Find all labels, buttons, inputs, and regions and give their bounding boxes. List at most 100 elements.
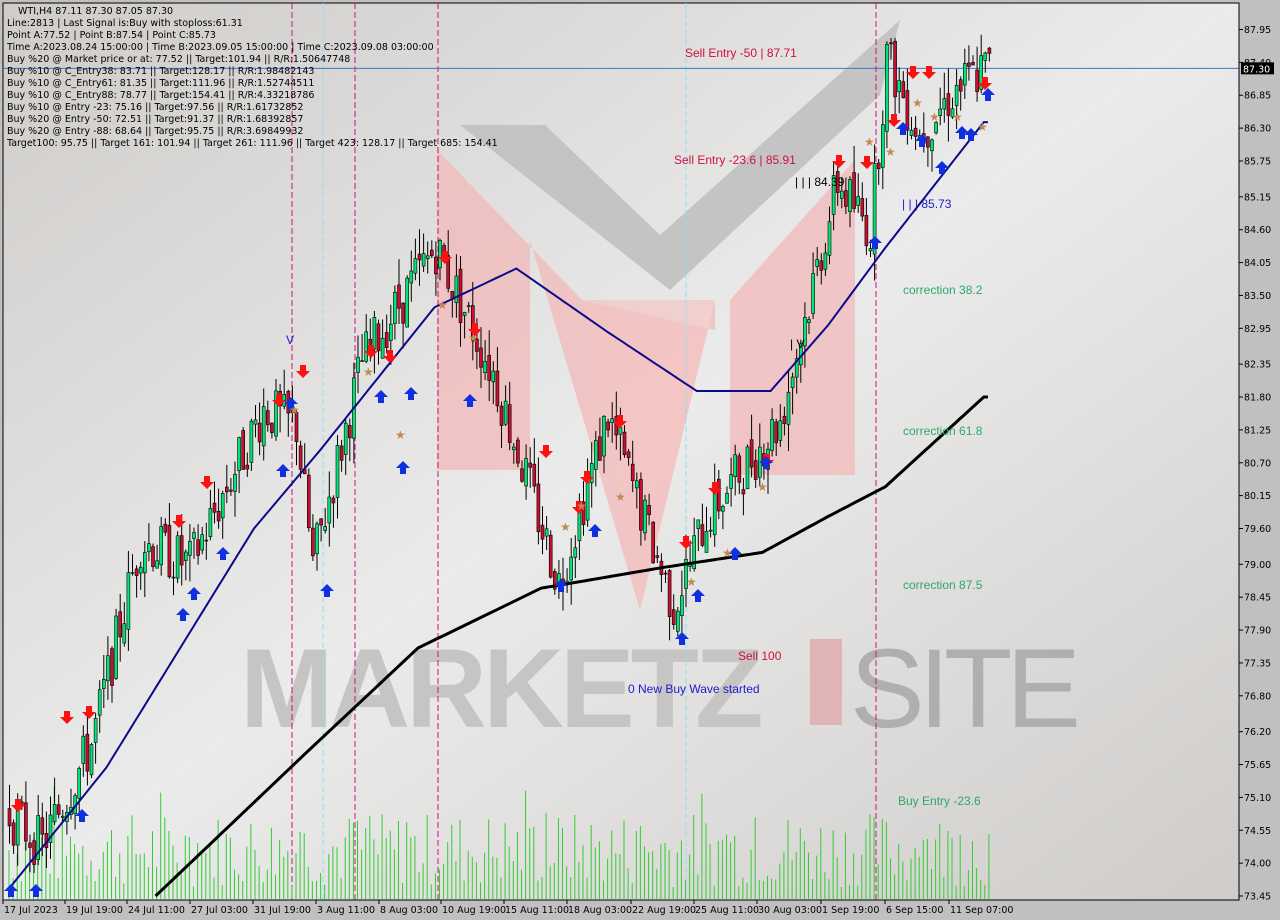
price-tick-label: 85.15	[1244, 192, 1271, 203]
candle-bull	[249, 420, 254, 463]
candle-bear	[28, 842, 32, 848]
chart-container[interactable]: MARKETZ SITE ★ ★ ★ ★ ★ ★ ★ ★ ★ ★ ★ ★ ★ ★ ★ ★ ★ Sell Entry…	[0, 0, 1280, 920]
label-correction-382: correction 38.2	[903, 283, 983, 297]
star-marker-icon: ★	[560, 520, 571, 534]
candle-bull	[897, 80, 902, 93]
candle-bear	[298, 445, 303, 470]
current-price-tag-label: 87.30	[1243, 64, 1270, 75]
price-tick-label: 82.35	[1244, 360, 1271, 371]
candle-bear	[630, 463, 635, 482]
candle-bull	[380, 337, 385, 359]
candle-bear	[782, 415, 787, 424]
candle-bull	[954, 84, 959, 107]
candle-bear	[876, 162, 881, 169]
time-tick-label: 8 Aug 03:00	[380, 905, 438, 916]
time-tick-label: 11 Sep 07:00	[950, 905, 1013, 916]
star-marker-icon: ★	[437, 298, 448, 312]
candle-bull	[823, 252, 828, 270]
candle-bull	[171, 576, 176, 579]
price-tick-label: 74.00	[1244, 859, 1271, 870]
candle-bull	[114, 615, 118, 679]
label-new-buy-wave: 0 New Buy Wave started	[628, 682, 760, 696]
candle-bull	[372, 317, 377, 350]
candle-bear	[536, 483, 541, 533]
candle-bear	[167, 524, 172, 578]
candle-bull	[634, 480, 639, 489]
candle-bear	[905, 90, 910, 131]
time-tick-label: 18 Aug 03:00	[568, 905, 632, 916]
candle-bull	[261, 406, 266, 447]
candle-bear	[749, 439, 754, 468]
candle-bull	[413, 258, 418, 274]
candle-bear	[40, 817, 45, 835]
candle-bear	[151, 546, 155, 567]
candle-bull	[143, 552, 147, 574]
star-marker-icon: ★	[977, 120, 988, 134]
candle-bear	[647, 505, 651, 516]
candle-bull	[856, 196, 861, 206]
price-tick-label: 79.00	[1244, 560, 1271, 571]
candle-bull	[155, 560, 159, 569]
info-line: Buy %10 @ C_Entry38: 83.71 || Target:128…	[7, 66, 314, 77]
candle-bear	[655, 555, 660, 558]
candle-bull	[745, 446, 750, 489]
time-tick-label: 10 Aug 19:00	[442, 905, 506, 916]
label-buy-entry-236: Buy Entry -23.6	[898, 794, 981, 808]
star-marker-icon: ★	[363, 365, 374, 379]
candle-bear	[774, 421, 779, 444]
candle-bear	[598, 436, 602, 461]
time-tick-label: 27 Jul 03:00	[191, 905, 248, 916]
candle-bull	[233, 473, 237, 492]
candle-bull	[675, 610, 680, 632]
candle-bull	[466, 305, 471, 308]
candle-bull	[147, 543, 151, 553]
candle-bull	[356, 356, 360, 373]
candle-bear	[245, 464, 250, 470]
time-tick-label: 22 Aug 19:00	[632, 905, 696, 916]
candle-bull	[102, 678, 106, 689]
time-tick-label: 30 Aug 03:00	[758, 905, 822, 916]
price-tick-label: 78.45	[1244, 593, 1271, 604]
candle-bear	[540, 524, 545, 540]
time-axis[interactable]: 17 Jul 2023 19 Jul 19:00 24 Jul 11:00 27 Ju…	[2, 899, 1239, 916]
candle-bull	[454, 275, 459, 304]
label-sell-100: Sell 100	[738, 649, 782, 663]
price-axis[interactable]: 87.9587.4086.8586.3085.7585.1584.6084.05…	[1238, 3, 1274, 903]
candle-bear	[24, 802, 28, 842]
candle-bear	[737, 455, 742, 483]
info-line: Buy %20 @ Market price or at: 77.52 || T…	[7, 54, 350, 65]
star-marker-icon: ★	[576, 499, 587, 513]
time-tick-label: 25 Aug 11:00	[695, 905, 759, 916]
candle-bear	[520, 468, 524, 482]
candle-bull	[15, 808, 20, 846]
candle-bull	[122, 623, 127, 644]
price-tick-label: 86.30	[1244, 124, 1271, 135]
candle-bear	[548, 534, 553, 578]
candle-bull	[81, 735, 86, 764]
candle-bear	[495, 370, 500, 407]
price-chart[interactable]: MARKETZ SITE ★★★★★★★★★★★★★★★ ★★ Sell Entry…	[0, 0, 1280, 920]
candle-bull	[704, 531, 709, 553]
candle-bear	[819, 260, 824, 271]
star-marker-icon: ★	[929, 110, 940, 124]
candle-bear	[860, 198, 865, 217]
candle-bull	[130, 572, 135, 574]
candle-bear	[651, 521, 656, 564]
candle-bear	[311, 527, 315, 557]
price-tick-label: 75.65	[1244, 760, 1271, 771]
candle-bear	[56, 804, 61, 815]
label-wave-v: V	[286, 333, 294, 347]
candle-bear	[507, 404, 512, 443]
info-line: Buy %10 @ C_Entry61: 81.35 || Target:111…	[7, 78, 314, 89]
price-tick-label: 81.25	[1244, 425, 1271, 436]
candle-bull	[323, 526, 328, 531]
candle-bear	[528, 462, 533, 468]
time-tick-label: 17 Jul 2023	[4, 905, 58, 916]
info-line: Buy %10 @ Entry -23: 75.16 || Target:97.…	[7, 102, 303, 113]
candle-bull	[983, 52, 988, 61]
label-correction-875: correction 87.5	[903, 578, 983, 592]
candle-bear	[987, 47, 992, 54]
candle-bull	[220, 493, 225, 519]
candle-bear	[270, 422, 274, 433]
candle-bull	[483, 361, 487, 374]
